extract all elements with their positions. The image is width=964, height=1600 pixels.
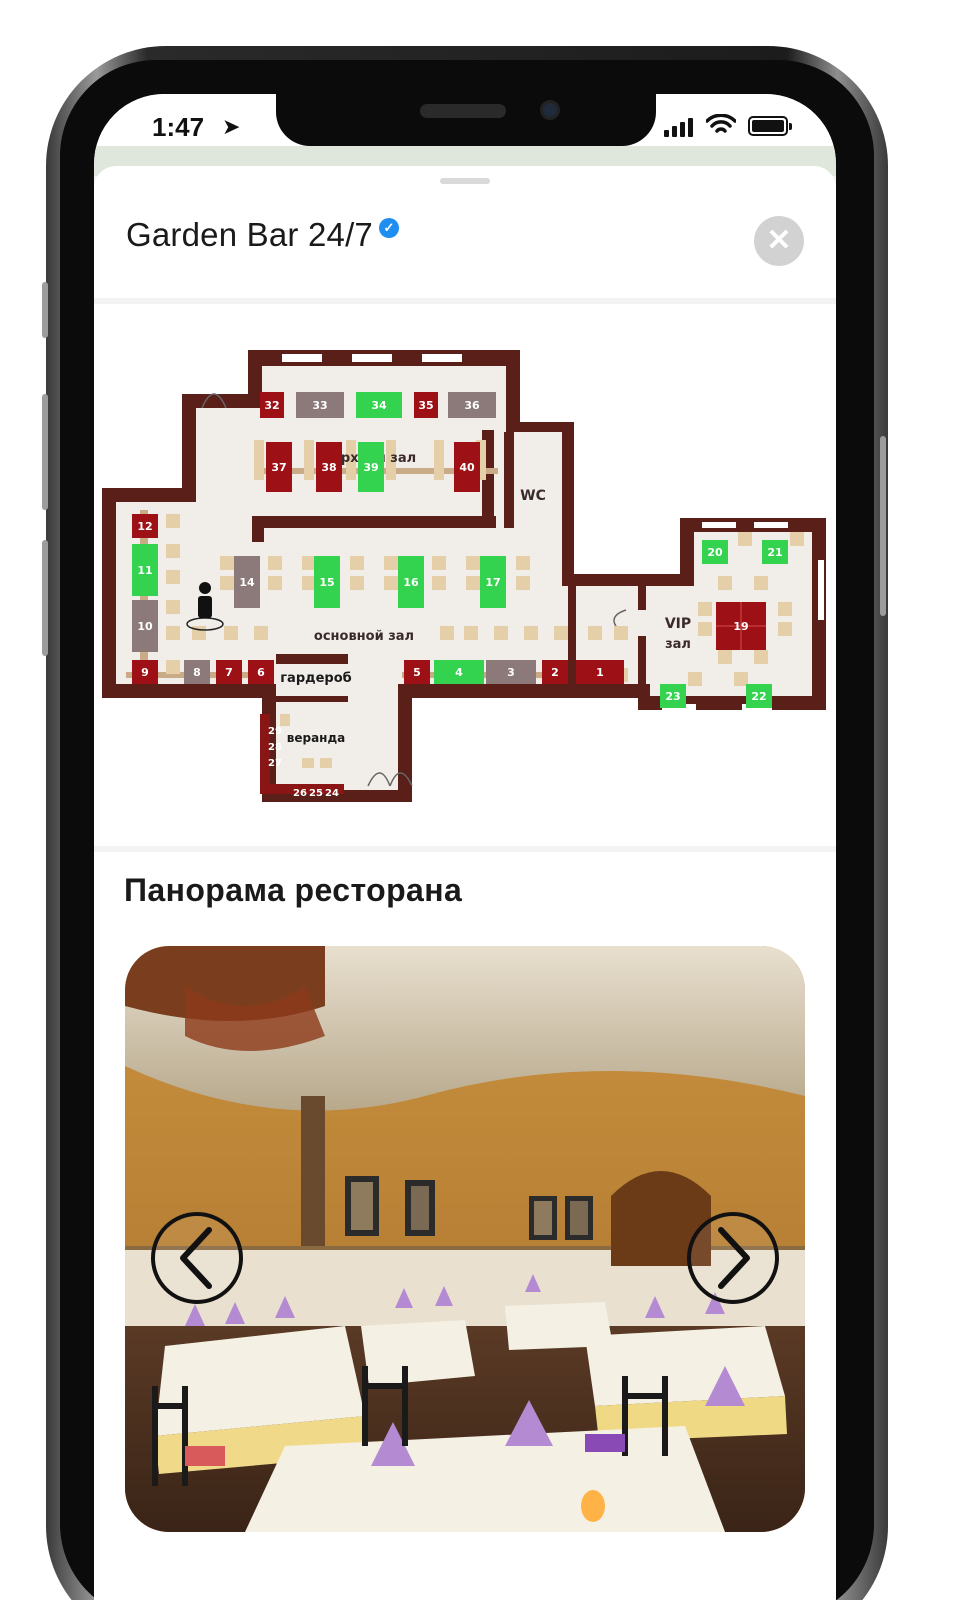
table-number: 16 bbox=[403, 576, 419, 589]
phone-notch bbox=[276, 94, 656, 146]
veranda-table-29[interactable]: 29 bbox=[268, 726, 282, 737]
table-number: 38 bbox=[321, 461, 336, 474]
table-number: 4 bbox=[455, 666, 463, 679]
table-number: 33 bbox=[312, 399, 327, 412]
table-number: 6 bbox=[257, 666, 265, 679]
header-divider bbox=[94, 298, 836, 304]
phone-screen: 1:47 ➤ Garden Bar 24/7 ✓ ✕ верхний зал о… bbox=[94, 94, 836, 1600]
zone-wc: WC bbox=[520, 488, 546, 504]
zone-main-hall: основной зал bbox=[314, 629, 414, 644]
table-34[interactable]: 34 bbox=[356, 392, 402, 418]
table-number: 20 bbox=[707, 546, 723, 559]
table-number: 7 bbox=[225, 666, 233, 679]
table-3[interactable]: 3 bbox=[486, 660, 536, 684]
table-12[interactable]: 12 bbox=[132, 514, 158, 538]
volume-up-button bbox=[42, 394, 48, 510]
table-14[interactable]: 14 bbox=[234, 556, 260, 608]
table-33[interactable]: 33 bbox=[296, 392, 344, 418]
table-number: 37 bbox=[271, 461, 286, 474]
veranda-table-28[interactable]: 28 bbox=[268, 742, 282, 753]
table-number: 19 bbox=[733, 620, 748, 633]
close-icon: ✕ bbox=[766, 224, 792, 257]
table-number: 12 bbox=[137, 520, 152, 533]
veranda-table-25[interactable]: 25 bbox=[309, 788, 323, 799]
zone-veranda: веранда bbox=[287, 731, 346, 745]
table-number: 17 bbox=[485, 576, 500, 589]
table-11[interactable]: 11 bbox=[132, 544, 158, 596]
battery-icon bbox=[748, 116, 792, 136]
panorama-prev-button[interactable] bbox=[151, 1212, 243, 1304]
zone-vip-hall: зал bbox=[665, 637, 691, 652]
table-number: 11 bbox=[137, 564, 152, 577]
table-19[interactable]: 19 bbox=[716, 602, 766, 650]
table-38[interactable]: 38 bbox=[316, 442, 342, 492]
table-16[interactable]: 16 bbox=[398, 556, 424, 608]
table-number: 23 bbox=[665, 690, 680, 703]
volume-down-button bbox=[42, 540, 48, 656]
title-row: Garden Bar 24/7 ✓ bbox=[126, 216, 399, 254]
table-number: 15 bbox=[319, 576, 334, 589]
section-divider bbox=[94, 846, 836, 852]
front-camera bbox=[540, 100, 560, 120]
status-time: 1:47 bbox=[152, 112, 205, 142]
table-number: 1 bbox=[596, 666, 604, 679]
power-button bbox=[880, 436, 886, 616]
table-10[interactable]: 10 bbox=[132, 600, 158, 652]
floor-plan[interactable]: верхний зал основной зал WC VIP зал гард… bbox=[102, 350, 830, 810]
cellular-signal-icon bbox=[664, 118, 693, 137]
verified-check-icon: ✓ bbox=[379, 218, 399, 238]
table-4[interactable]: 4 bbox=[434, 660, 484, 684]
table-9[interactable]: 9 bbox=[132, 660, 158, 684]
location-arrow-icon: ➤ bbox=[222, 114, 241, 139]
table-5[interactable]: 5 bbox=[404, 660, 430, 684]
table-23[interactable]: 23 bbox=[660, 684, 686, 708]
table-number: 2 bbox=[551, 666, 559, 679]
table-32[interactable]: 32 bbox=[260, 392, 284, 418]
table-1[interactable]: 1 bbox=[576, 660, 624, 684]
table-number: 14 bbox=[239, 576, 255, 589]
table-22[interactable]: 22 bbox=[746, 684, 772, 708]
zone-cloakroom: гардероб bbox=[280, 671, 352, 686]
table-2[interactable]: 2 bbox=[542, 660, 568, 684]
table-number: 32 bbox=[264, 399, 279, 412]
table-37[interactable]: 37 bbox=[266, 442, 292, 492]
table-17[interactable]: 17 bbox=[480, 556, 506, 608]
table-number: 39 bbox=[363, 461, 378, 474]
table-number: 34 bbox=[371, 399, 387, 412]
table-20[interactable]: 20 bbox=[702, 540, 728, 564]
table-number: 21 bbox=[767, 546, 782, 559]
table-8[interactable]: 8 bbox=[184, 660, 210, 684]
table-35[interactable]: 35 bbox=[414, 392, 438, 418]
table-39[interactable]: 39 bbox=[358, 442, 384, 492]
table-36[interactable]: 36 bbox=[448, 392, 496, 418]
table-number: 36 bbox=[464, 399, 480, 412]
table-number: 35 bbox=[418, 399, 433, 412]
veranda-table-26[interactable]: 26 bbox=[293, 788, 307, 799]
table-7[interactable]: 7 bbox=[216, 660, 242, 684]
earpiece-speaker bbox=[420, 104, 506, 118]
panorama-next-button[interactable] bbox=[687, 1212, 779, 1304]
table-number: 5 bbox=[413, 666, 421, 679]
zone-vip: VIP bbox=[665, 616, 691, 632]
close-button[interactable]: ✕ bbox=[754, 216, 804, 266]
table-number: 22 bbox=[751, 690, 766, 703]
panorama-image[interactable] bbox=[125, 946, 805, 1532]
veranda-table-27[interactable]: 27 bbox=[268, 758, 282, 769]
wifi-icon bbox=[706, 114, 736, 133]
venue-sheet: Garden Bar 24/7 ✓ ✕ верхний зал основной… bbox=[94, 166, 836, 1600]
table-21[interactable]: 21 bbox=[762, 540, 788, 564]
table-6[interactable]: 6 bbox=[248, 660, 274, 684]
table-40[interactable]: 40 bbox=[454, 442, 480, 492]
table-number: 8 bbox=[193, 666, 201, 679]
table-number: 10 bbox=[137, 620, 153, 633]
silent-switch bbox=[42, 282, 48, 338]
veranda-table-24[interactable]: 24 bbox=[325, 788, 339, 799]
table-number: 9 bbox=[141, 666, 149, 679]
venue-title: Garden Bar 24/7 bbox=[126, 216, 373, 253]
table-number: 40 bbox=[459, 461, 475, 474]
table-15[interactable]: 15 bbox=[314, 556, 340, 608]
table-number: 3 bbox=[507, 666, 515, 679]
sheet-grabber[interactable] bbox=[440, 178, 490, 184]
panorama-title: Панорама ресторана bbox=[124, 872, 463, 908]
